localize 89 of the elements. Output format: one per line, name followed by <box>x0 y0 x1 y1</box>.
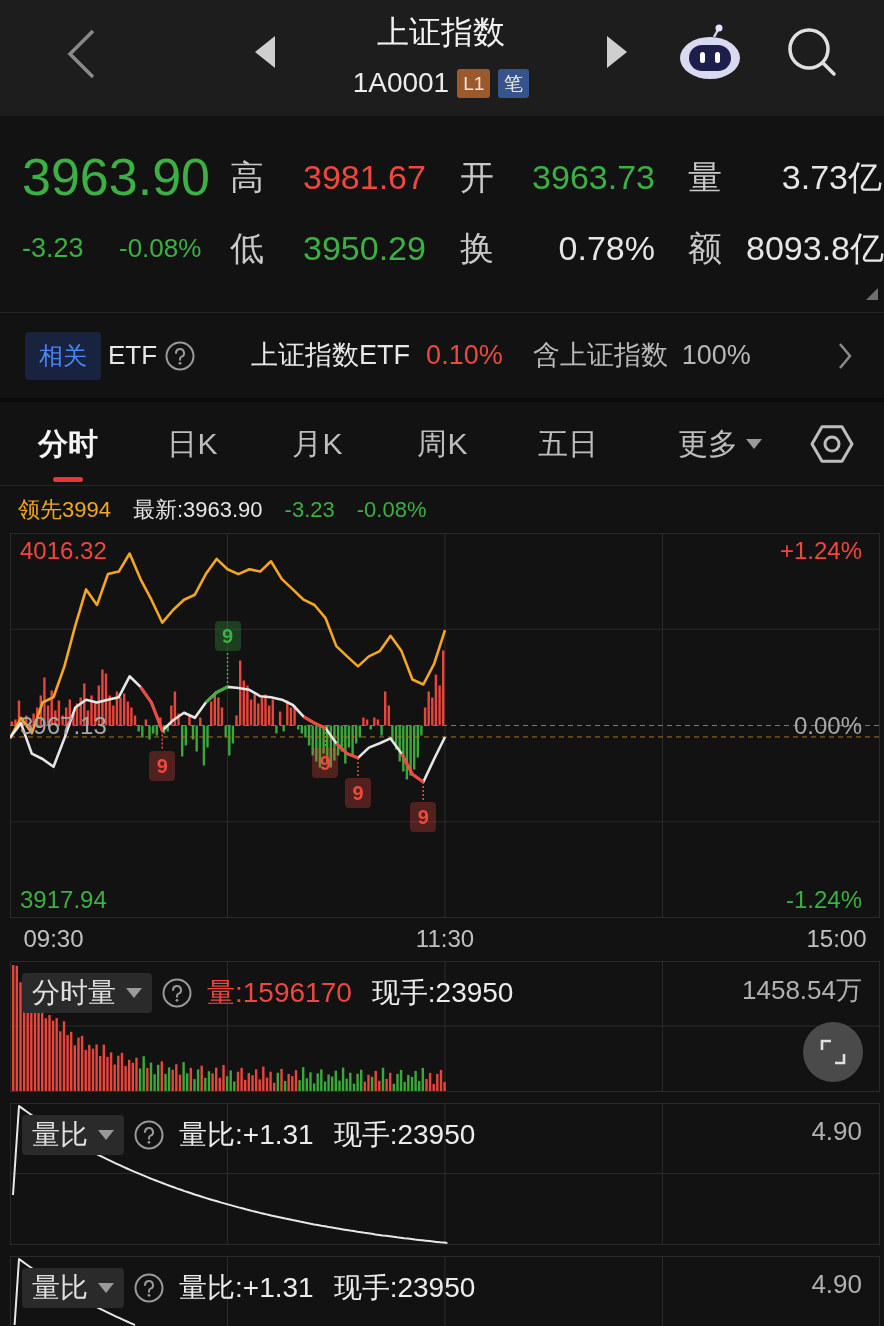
price-change: -3.23 <box>22 233 84 263</box>
help-icon[interactable] <box>134 1120 164 1150</box>
chart-tab[interactable]: 分时 <box>5 402 130 485</box>
indicator-reading: 量比:+1.31 <box>179 1271 314 1305</box>
holding-value: 100% <box>681 339 751 373</box>
stat-label: 开 <box>460 158 494 196</box>
related-tag: 相关 <box>25 331 101 380</box>
indicator-reading: 量:1596170 <box>207 976 352 1010</box>
leader-line <box>161 729 163 752</box>
help-icon[interactable] <box>162 978 192 1008</box>
index-code: 1A0001 <box>352 67 450 99</box>
help-icon[interactable] <box>134 1273 164 1303</box>
etf-fund-name[interactable]: 上证指数ETF <box>251 335 411 376</box>
last-price: 3963.90 <box>22 148 210 206</box>
signal-badge: 9 <box>149 750 176 781</box>
indicator-dropdown[interactable]: 量比 <box>22 1115 124 1155</box>
chart-tab[interactable]: 周K <box>380 402 505 485</box>
holding-label: 含上证指数 <box>532 339 668 373</box>
current-hand-reading: 现手:23950 <box>333 1271 476 1305</box>
stat-label: 量 <box>688 158 722 196</box>
level-badge: 笔 <box>498 68 530 98</box>
highlighted-segment <box>335 742 359 760</box>
ratio-max-label: 4.90 <box>811 1115 862 1147</box>
stat-label: 换 <box>460 229 494 267</box>
highlighted-segment <box>139 686 164 732</box>
chart-tab[interactable]: 月K <box>255 402 380 485</box>
percent-axis-label: -1.24% <box>785 886 862 914</box>
volume-max-label: 1458.54万 <box>742 974 862 1006</box>
stat-value: 3981.67 <box>303 158 426 196</box>
help-icon[interactable] <box>165 340 196 371</box>
signal-badge: 9 <box>345 777 371 808</box>
fullscreen-button[interactable] <box>803 1022 863 1082</box>
ratio-max-label: 4.90 <box>811 1268 862 1300</box>
time-axis-label: 09:30 <box>23 925 84 953</box>
caret-down-icon <box>746 438 762 449</box>
highlighted-segment <box>400 752 425 784</box>
legend-text: -0.08% <box>356 496 427 524</box>
robot-icon <box>679 24 741 80</box>
signal-badge: 9 <box>410 802 437 832</box>
caret-down-icon <box>98 1283 114 1293</box>
highlighted-segment <box>302 715 327 730</box>
stat-value: 3950.29 <box>303 229 426 267</box>
index-title: 上证指数 <box>377 13 505 51</box>
leader-line <box>226 650 229 688</box>
expand-icon <box>820 1039 846 1065</box>
leader-line <box>357 757 359 779</box>
stat-label: 高 <box>230 158 264 196</box>
percent-change: -0.08% <box>119 232 202 264</box>
chevron-right-icon[interactable] <box>838 341 852 370</box>
current-hand-reading: 现手:23950 <box>333 1118 476 1152</box>
leader-line <box>422 781 424 803</box>
chart-tab[interactable]: 五日 <box>505 402 630 485</box>
etf-change: 0.10% <box>426 339 503 373</box>
stat-value: 3.73亿 <box>781 158 882 196</box>
chart-tab[interactable]: 日K <box>130 402 255 485</box>
stat-value: 3963.73 <box>532 158 655 196</box>
more-menu-tab[interactable]: 更多 <box>640 402 800 485</box>
current-hand-reading: 现手:23950 <box>371 976 514 1010</box>
chevron-left-icon <box>67 29 95 79</box>
triangle-right-icon <box>607 36 627 68</box>
triangle-left-icon <box>255 36 275 68</box>
price-axis-label: 4016.32 <box>20 537 107 565</box>
legend-text: 最新:3963.90 <box>132 496 263 524</box>
stat-value: 8093.8亿 <box>746 229 884 267</box>
signal-badge: 9 <box>214 620 241 651</box>
signal-badge: 9 <box>312 748 339 779</box>
stat-label: 额 <box>688 229 722 267</box>
time-axis-label: 11:30 <box>415 925 475 953</box>
percent-axis-label: 0.00% <box>793 711 862 740</box>
etf-label: ETF <box>108 339 158 372</box>
legend-text: -3.23 <box>284 496 335 524</box>
percent-axis-label: +1.24% <box>779 537 862 565</box>
level-badge: L1 <box>457 68 491 98</box>
time-axis-label: 15:00 <box>806 925 867 953</box>
highlighted-segment <box>204 685 229 704</box>
indicator-dropdown[interactable]: 分时量 <box>22 973 152 1013</box>
search-icon <box>787 27 837 77</box>
price-axis-label: 3917.94 <box>20 886 107 914</box>
corner-triangle-icon[interactable] <box>866 288 878 300</box>
stat-label: 低 <box>230 229 264 267</box>
caret-down-icon <box>98 1130 114 1140</box>
stat-value: 0.78% <box>558 229 655 267</box>
legend-text: 领先3994 <box>18 496 111 524</box>
selected-tab-underline <box>52 477 83 482</box>
leader-line <box>324 727 327 749</box>
settings-icon <box>810 423 854 464</box>
caret-down-icon <box>126 988 142 998</box>
indicator-dropdown[interactable]: 量比 <box>22 1268 124 1308</box>
indicator-reading: 量比:+1.31 <box>179 1118 314 1152</box>
